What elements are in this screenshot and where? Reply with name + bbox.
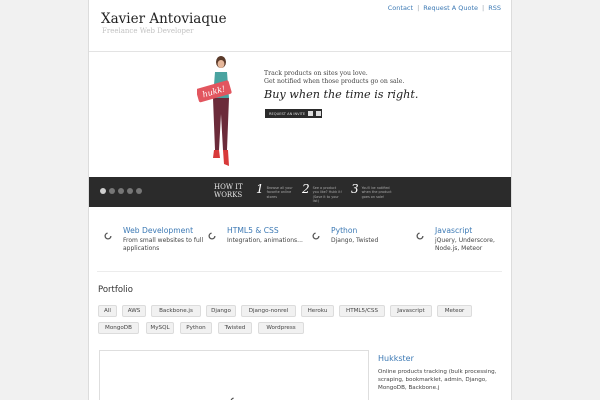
invite-label: REQUEST AN INVITE	[269, 111, 306, 116]
service-web-development: Web Development From small websites to f…	[104, 226, 204, 253]
how-step-1: 1 Browse all your favorite online stores	[256, 183, 297, 199]
tag-twisted[interactable]: Twisted	[218, 322, 252, 334]
tag-wordpress[interactable]: Wordpress	[258, 322, 304, 334]
slider-dot-3[interactable]	[118, 188, 124, 194]
top-nav: Contact | Request A Quote | RSS	[388, 4, 501, 12]
how-step-3: 3 You'll be notified when the product go…	[351, 183, 392, 199]
service-title[interactable]: Javascript	[435, 226, 496, 235]
portfolio-title: Portfolio	[98, 285, 133, 295]
tag-mongodb[interactable]: MongoDB	[98, 322, 139, 334]
hero-woman-illustration: hukk!	[197, 56, 232, 166]
slider-dots	[100, 188, 142, 194]
step-number: 2	[302, 182, 310, 196]
hero-headline: Buy when the time is right.	[264, 88, 419, 101]
project-description: Online products tracking (bulk processin…	[378, 369, 497, 392]
service-python: Python Django, Twisted	[312, 226, 412, 245]
step-number: 1	[256, 182, 264, 196]
tag-django-nonrel[interactable]: Django-nonrel	[241, 305, 296, 317]
step-text: You'll be notified when the product goes…	[361, 186, 392, 199]
service-title[interactable]: Python	[331, 226, 412, 235]
how-it-works-bar: HOW IT WORKS 1 Browse all your favorite …	[89, 177, 511, 207]
nav-separator: |	[482, 4, 485, 12]
tag-javascript[interactable]: Javascript	[390, 305, 432, 317]
project-title[interactable]: Hukkster	[378, 354, 414, 363]
slider-dot-1[interactable]	[100, 188, 106, 194]
slider-dot-4[interactable]	[127, 188, 133, 194]
service-desc: From small websites to full applications	[123, 237, 204, 252]
tag-heroku[interactable]: Heroku	[301, 305, 334, 317]
slider-dot-5[interactable]	[136, 188, 142, 194]
site-title[interactable]: Xavier Antoviaque	[101, 11, 227, 27]
loading-spinner-icon	[312, 232, 320, 240]
tag-aws[interactable]: AWS	[122, 305, 146, 317]
nav-request-quote[interactable]: Request A Quote	[423, 4, 478, 12]
service-title[interactable]: HTML5 & CSS	[227, 226, 308, 235]
service-title[interactable]: Web Development	[123, 226, 204, 235]
tag-all[interactable]: All	[98, 305, 117, 317]
hero-slider[interactable]: hukk! Track products on sites you love. …	[89, 51, 511, 207]
request-invite-button[interactable]: REQUEST AN INVITE	[265, 109, 322, 118]
loading-spinner-icon	[208, 232, 216, 240]
service-javascript: Javascript jQuery, Underscore, Node.js, …	[416, 226, 496, 253]
service-desc: Integration, animations...	[227, 237, 303, 244]
loading-spinner-icon	[416, 232, 424, 240]
step-text: See a product you like? Hukk it! (Save i…	[312, 186, 342, 204]
project-thumbnail[interactable]	[99, 350, 369, 400]
service-html5-css: HTML5 & CSS Integration, animations...	[208, 226, 308, 245]
page-container: Xavier Antoviaque Freelance Web Develope…	[88, 0, 512, 400]
section-divider	[97, 271, 502, 272]
step-number: 3	[351, 182, 359, 196]
slider-dot-2[interactable]	[109, 188, 115, 194]
tag-python[interactable]: Python	[180, 322, 212, 334]
how-it-works-title: HOW IT WORKS	[214, 183, 244, 199]
hero-line-2: Get notified when those products go on s…	[264, 78, 405, 85]
hero-line-1: Track products on sites you love.	[264, 70, 368, 77]
service-desc: Django, Twisted	[331, 237, 379, 244]
nav-separator: |	[417, 4, 420, 12]
loading-spinner-icon	[104, 232, 112, 240]
tag-backbone[interactable]: Backbone.js	[151, 305, 201, 317]
tag-mysql[interactable]: MySQL	[146, 322, 174, 334]
step-text: Browse all your favorite online stores	[266, 186, 293, 199]
tag-meteor[interactable]: Meteor	[437, 305, 472, 317]
how-title-text: HOW IT WORKS	[214, 183, 243, 199]
facebook-icon	[308, 111, 314, 116]
tag-django[interactable]: Django	[206, 305, 236, 317]
site-tagline: Freelance Web Developer	[102, 27, 194, 35]
nav-contact[interactable]: Contact	[388, 4, 413, 12]
service-desc: jQuery, Underscore, Node.js, Meteor	[435, 237, 495, 252]
how-step-2: 2 See a product you like? Hukk it! (Save…	[302, 183, 343, 204]
nav-rss[interactable]: RSS	[488, 4, 501, 12]
tag-html5-css[interactable]: HTML5/CSS	[339, 305, 385, 317]
twitter-icon	[316, 111, 322, 116]
